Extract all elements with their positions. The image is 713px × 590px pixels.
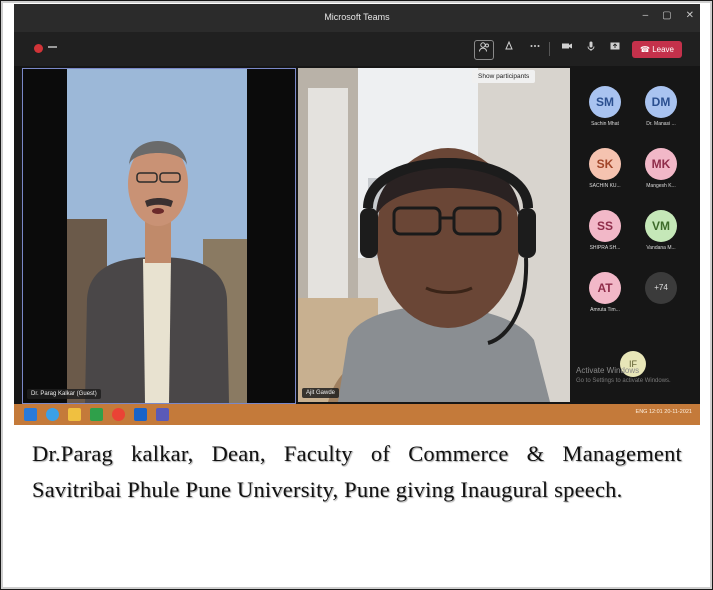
- share-icon: [610, 42, 620, 50]
- avatar: MK: [645, 148, 677, 180]
- phone-hangup-icon: ☎: [640, 45, 653, 54]
- roster-person-name: Vandana M...: [646, 245, 676, 251]
- maximize-button[interactable]: ▢: [662, 10, 671, 21]
- window-controls: – ▢ ✕: [643, 10, 694, 21]
- system-tray[interactable]: ENG 12:01 20-11-2021: [636, 409, 692, 415]
- windows-taskbar: ENG 12:01 20-11-2021: [14, 404, 700, 425]
- roster-person-name: Sachin Mhat: [591, 121, 619, 127]
- avatar: VM: [645, 210, 677, 242]
- roster-person[interactable]: DM Dr. Manasi ...: [633, 86, 689, 127]
- more-icon: [530, 45, 540, 47]
- chrome-icon[interactable]: [112, 408, 125, 421]
- overflow-count: +74: [645, 272, 677, 304]
- avatar: SS: [589, 210, 621, 242]
- video-tile-participant[interactable]: Ajit Gawde: [298, 68, 570, 402]
- photo-caption: Dr.Parag kalkar, Dean, Faculty of Commer…: [12, 436, 702, 586]
- teams-window: Microsoft Teams – ▢ ✕ ☎ Leave Dr. Parag …: [14, 4, 700, 425]
- mic-button[interactable]: [582, 40, 600, 58]
- roster-person-name: Mangesh K...: [646, 183, 676, 189]
- activation-watermark: Activate Windows: [576, 366, 640, 375]
- roster-overflow[interactable]: +74: [633, 272, 689, 304]
- reactions-icon: [505, 40, 513, 50]
- roster-person[interactable]: VM Vandana M...: [633, 210, 689, 251]
- minimize-button[interactable]: –: [643, 10, 649, 21]
- roster-person[interactable]: SK SACHIN KU...: [577, 148, 633, 189]
- roster-person-name: Amruta Tim...: [590, 307, 620, 313]
- roster-person[interactable]: SS SHIPRA SH...: [577, 210, 633, 251]
- roster-person[interactable]: MK Mangesh K...: [633, 148, 689, 189]
- mic-icon: [587, 41, 595, 51]
- toolbar-divider: [549, 42, 550, 56]
- roster-person-name: Dr. Manasi ...: [646, 121, 676, 127]
- meeting-timer-placeholder: [48, 46, 57, 48]
- video-stage: Dr. Parag Kalkar (Guest) Ajit Gawde SM S…: [14, 66, 700, 404]
- recording-indicator-icon: [34, 44, 43, 53]
- caption-text: Dr.Parag kalkar, Dean, Faculty of Commer…: [32, 441, 682, 502]
- excel-icon[interactable]: [90, 408, 103, 421]
- avatar: AT: [589, 272, 621, 304]
- speaker-video-feed: [23, 69, 295, 403]
- people-icon: [479, 42, 489, 52]
- roster-person-name: SHIPRA SH...: [589, 245, 621, 251]
- edge-icon[interactable]: [46, 408, 59, 421]
- participant-name-tag: Ajit Gawde: [302, 388, 340, 398]
- teams-taskbar-icon[interactable]: [156, 408, 169, 421]
- show-participants-tooltip: Show participants: [472, 70, 536, 83]
- word-icon[interactable]: [134, 408, 147, 421]
- speaker-name-tag: Dr. Parag Kalkar (Guest): [27, 389, 101, 399]
- more-options-button[interactable]: [526, 40, 544, 58]
- app-title: Microsoft Teams: [324, 12, 390, 22]
- title-bar: Microsoft Teams – ▢ ✕: [14, 4, 700, 32]
- roster-person[interactable]: AT Amruta Tim...: [577, 272, 633, 313]
- start-icon[interactable]: [24, 408, 37, 421]
- camera-button[interactable]: [558, 40, 576, 58]
- reactions-button[interactable]: [500, 40, 518, 58]
- close-button[interactable]: ✕: [686, 10, 694, 21]
- leave-button[interactable]: ☎ Leave: [632, 41, 682, 58]
- activation-watermark-sub: Go to Settings to activate Windows.: [576, 378, 671, 384]
- share-button[interactable]: [606, 40, 624, 58]
- participant-video-feed: [298, 68, 570, 402]
- avatar: SM: [589, 86, 621, 118]
- meeting-toolbar: ☎ Leave: [14, 32, 700, 66]
- participants-button[interactable]: [474, 40, 494, 60]
- file-explorer-icon[interactable]: [68, 408, 81, 421]
- avatar: SK: [589, 148, 621, 180]
- roster-person[interactable]: SM Sachin Mhat: [577, 86, 633, 127]
- leave-label: Leave: [652, 45, 674, 54]
- camera-icon: [562, 43, 572, 49]
- avatar: DM: [645, 86, 677, 118]
- video-tile-speaker[interactable]: Dr. Parag Kalkar (Guest): [22, 68, 296, 404]
- roster-person-name: SACHIN KU...: [589, 183, 621, 189]
